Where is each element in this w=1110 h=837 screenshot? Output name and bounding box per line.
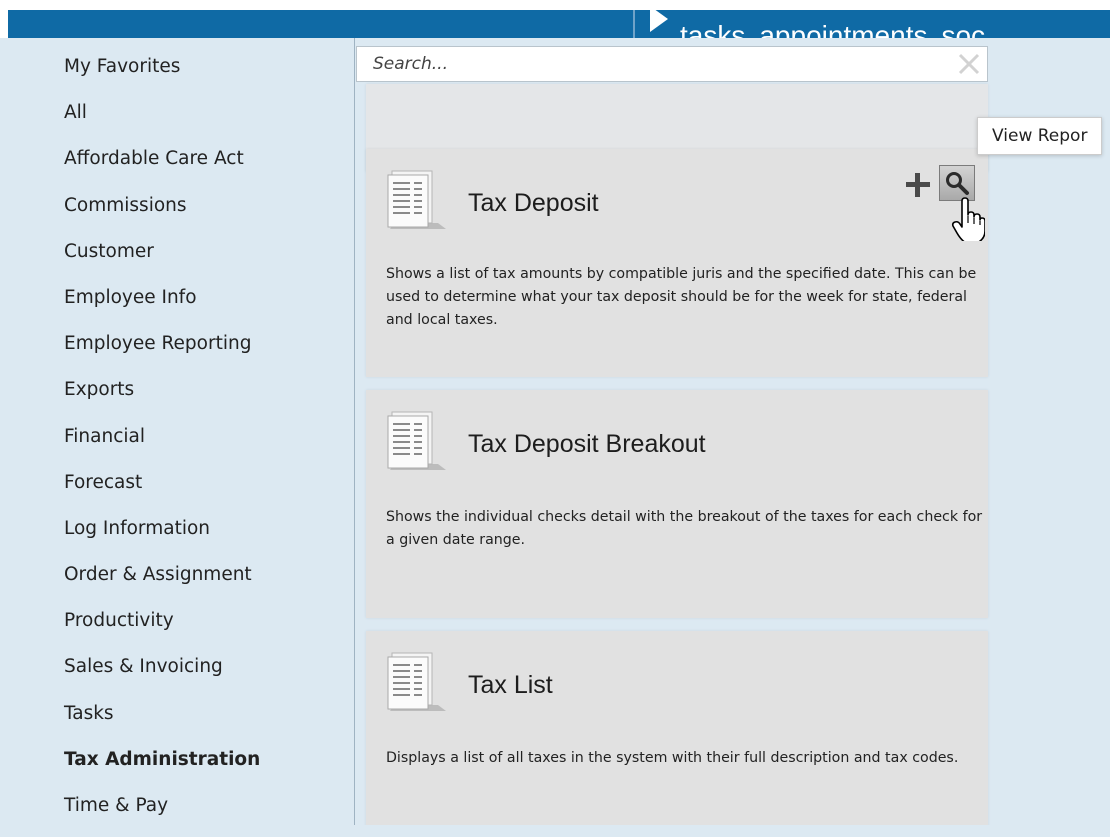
sidebar-item-productivity[interactable]: Productivity: [64, 606, 260, 652]
sidebar-item-customer[interactable]: Customer: [64, 237, 260, 283]
report-title[interactable]: Tax List: [468, 671, 553, 700]
report-title[interactable]: Tax Deposit: [468, 189, 599, 218]
report-card-tax-list[interactable]: Tax List Displays a list of all taxes in…: [366, 631, 988, 825]
report-title[interactable]: Tax Deposit Breakout: [468, 430, 706, 459]
sidebar-item-order-and-assignment[interactable]: Order & Assignment: [64, 560, 260, 606]
sidebar-item-all[interactable]: All: [64, 98, 260, 144]
report-description: Displays a list of all taxes in the syst…: [386, 750, 959, 766]
view-report-tooltip: View Repor: [977, 117, 1103, 155]
report-card-tax-deposit[interactable]: Tax Deposit Shows a list of tax amounts …: [366, 149, 988, 377]
report-description: Shows a list of tax amounts by compatibl…: [386, 266, 977, 328]
hand-pointer-icon: [951, 197, 986, 244]
close-icon[interactable]: [957, 52, 981, 76]
report-card-tax-deposit-breakout[interactable]: Tax Deposit Breakout Shows the individua…: [366, 390, 988, 618]
sidebar-item-exports[interactable]: Exports: [64, 375, 260, 421]
search-input[interactable]: [357, 47, 947, 81]
sidebar-item-commissions[interactable]: Commissions: [64, 191, 260, 237]
sidebar-item-log-information[interactable]: Log Information: [64, 514, 260, 560]
header-divider: [633, 10, 635, 38]
sidebar-item-tasks[interactable]: Tasks: [64, 699, 260, 745]
category-list: My Favorites All Affordable Care Act Commis…: [64, 52, 260, 837]
report-description: Shows the individual checks detail with …: [386, 509, 983, 548]
sidebar-item-time-and-pay[interactable]: Time & Pay: [64, 791, 260, 837]
sidebar-item-affordable-care-act[interactable]: Affordable Care Act: [64, 144, 260, 190]
report-list-panel: Tax Deposit Shows a list of tax amounts …: [356, 38, 1110, 825]
magnifier-icon: [946, 172, 969, 195]
plus-icon[interactable]: [904, 171, 932, 199]
header-nav: tasks appointments soc: [650, 10, 999, 38]
report-document-icon: [386, 647, 446, 713]
sidebar-item-employee-reporting[interactable]: Employee Reporting: [64, 329, 260, 375]
sidebar-item-tax-administration[interactable]: Tax Administration: [64, 745, 260, 791]
sidebar-item-financial[interactable]: Financial: [64, 422, 260, 468]
sidebar-item-forecast[interactable]: Forecast: [64, 468, 260, 514]
search-box: [356, 46, 988, 82]
report-document-icon: [386, 165, 446, 231]
sidebar-item-employee-info[interactable]: Employee Info: [64, 283, 260, 329]
sidebar-item-sales-and-invoicing[interactable]: Sales & Invoicing: [64, 652, 260, 698]
view-report-button[interactable]: [939, 165, 975, 201]
report-document-icon: [386, 406, 446, 472]
category-sidebar: My Favorites All Affordable Care Act Commis…: [0, 38, 355, 825]
top-header: tasks appointments soc: [0, 0, 1110, 38]
sidebar-item-my-favorites[interactable]: My Favorites: [64, 52, 260, 98]
